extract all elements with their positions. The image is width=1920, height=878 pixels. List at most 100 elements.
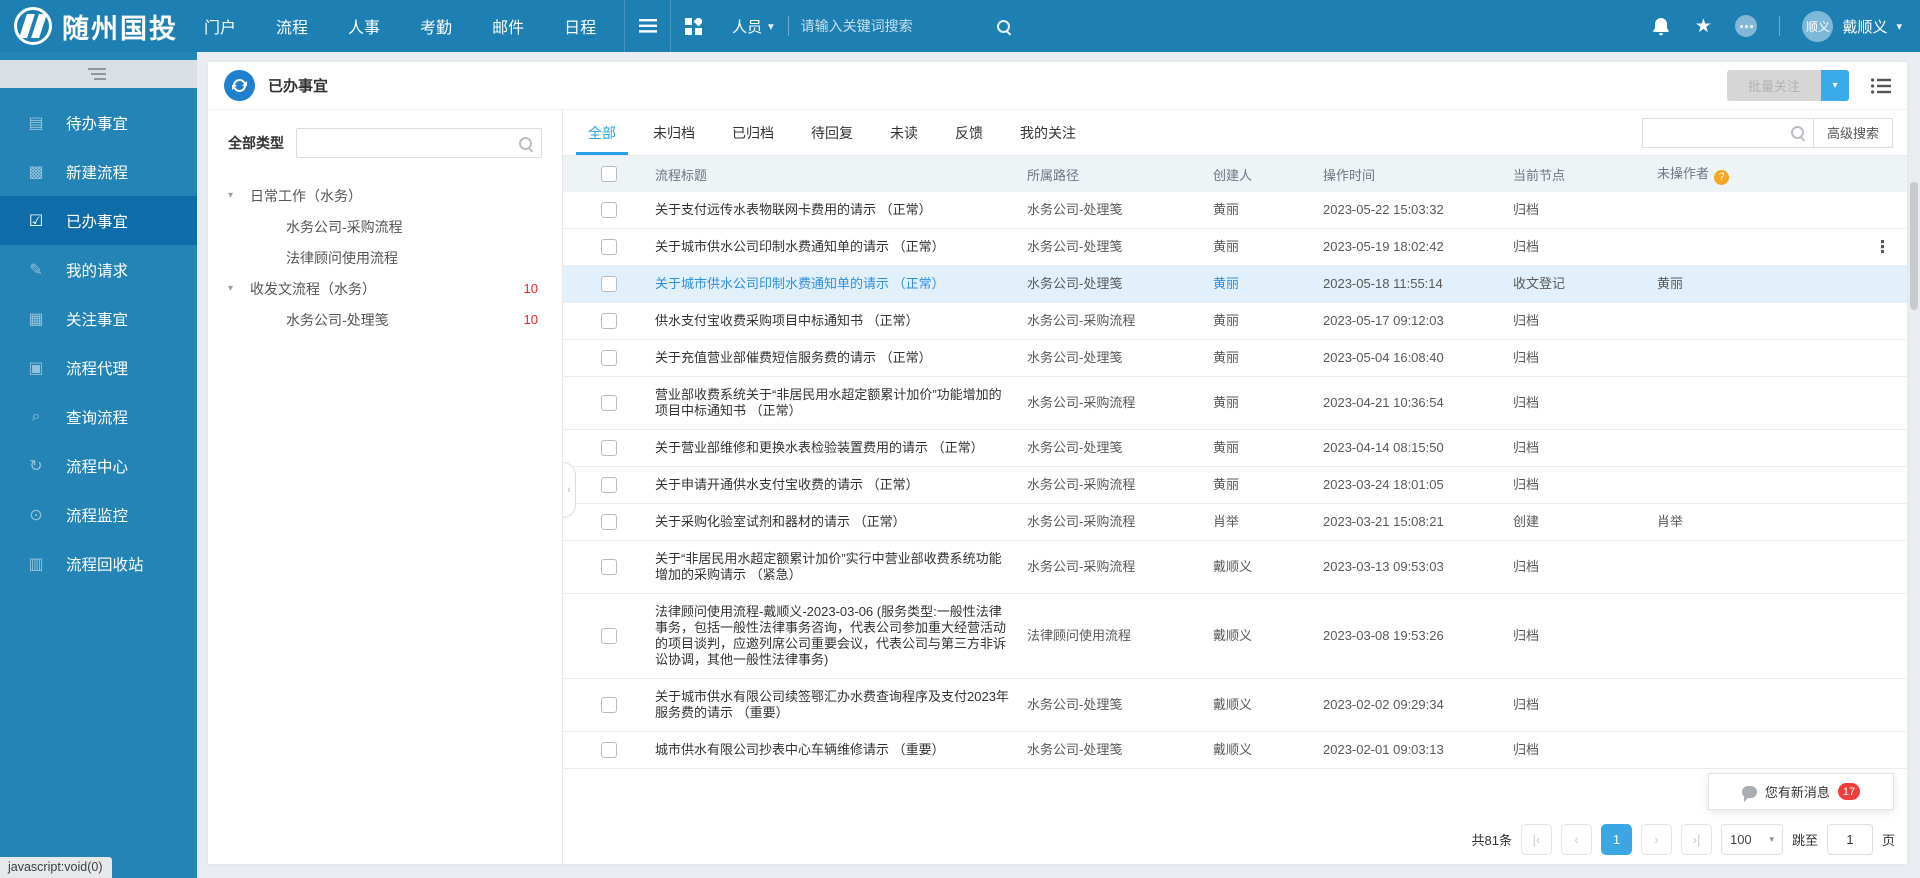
star-icon[interactable]: ★ [1693,16,1713,36]
table-row[interactable]: 供水支付宝收费采购项目中标通知书 （正常） 水务公司-采购流程 黄丽 2023-… [563,303,1907,340]
tree-node[interactable]: ▾ 日常工作（水务） [228,180,542,211]
list-search-icon[interactable] [1790,125,1805,140]
table-row[interactable]: 关于采购化验室试剂和器材的请示 （正常） 水务公司-采购流程 肖举 2023-0… [563,504,1907,541]
table-row[interactable]: 关于“非居民用水超定额累计加价”实行中营业部收费系统功能增加的采购请示 （紧急）… [563,541,1907,594]
view-list-icon[interactable] [1871,78,1891,94]
topbar-search[interactable] [801,18,1011,34]
cell-flow-title[interactable]: 关于支付远传水表物联网卡费用的请示 （正常） [655,202,1027,218]
table-row[interactable]: 营业部收费系统关于“非居民用水超定额累计加价”功能增加的项目中标通知书 （正常）… [563,377,1907,430]
tree-search-input[interactable] [305,136,518,151]
table-row[interactable]: 城市供水有限公司抄表中心车辆维修请示 （重要） 水务公司-处理笺 戴顺义 202… [563,732,1907,769]
cell-flow-title[interactable]: 供水支付宝收费采购项目中标通知书 （正常） [655,313,1027,329]
row-checkbox[interactable] [601,628,617,644]
cell-flow-title[interactable]: 营业部收费系统关于“非居民用水超定额累计加价”功能增加的项目中标通知书 （正常） [655,387,1027,419]
row-checkbox[interactable] [601,313,617,329]
tab[interactable]: 已归档 [732,110,774,155]
cell-flow-title[interactable]: 关于“非居民用水超定额累计加价”实行中营业部收费系统功能增加的采购请示 （紧急） [655,551,1027,583]
tree-expand-icon[interactable]: ▾ [228,283,250,294]
top-nav-item[interactable]: 考勤 [420,14,452,38]
tab[interactable]: 反馈 [955,110,983,155]
table-row[interactable]: 关于充值营业部催费短信服务费的请示 （正常） 水务公司-处理笺 黄丽 2023-… [563,340,1907,377]
row-checkbox[interactable] [601,239,617,255]
tree-search-box[interactable] [296,128,542,158]
tree-expand-icon[interactable]: ▾ [228,190,250,201]
cell-flow-title[interactable]: 关于营业部维修和更换水表检验装置费用的请示 （正常） [655,440,1027,456]
table-row[interactable]: 关于城市供水公司印制水费通知单的请示 （正常） 水务公司-处理笺 黄丽 2023… [563,266,1907,303]
prev-page-button[interactable]: ‹ [1561,824,1592,855]
logo[interactable]: 随州国投 [14,7,178,46]
sidebar-item[interactable]: ✎ 我的请求 [0,245,197,294]
page-number-button[interactable]: 1 [1601,824,1632,855]
tree-node[interactable]: ▾ 收发文流程（水务） 10 [228,273,542,304]
sidebar-item[interactable]: ▤ 待办事宜 [0,98,197,147]
select-all-checkbox[interactable] [601,166,617,182]
last-page-button[interactable]: ›| [1681,824,1712,855]
top-nav-item[interactable]: 日程 [564,14,596,38]
row-menu-icon[interactable]: ⋮ [1874,239,1891,256]
sidebar-item[interactable]: ☑ 已办事宜 [0,196,197,245]
top-nav-item[interactable]: 门户 [204,14,236,38]
sidebar-item[interactable]: ⌕ 查询流程 [0,392,197,441]
top-nav-item[interactable]: 流程 [276,14,308,38]
row-checkbox[interactable] [601,514,617,530]
row-checkbox[interactable] [601,202,617,218]
page-size-select[interactable]: 100 ▾ [1721,824,1783,855]
batch-follow-button[interactable]: 批量关注 [1727,70,1821,101]
module-select[interactable]: 人员 ▾ [732,16,774,37]
row-checkbox[interactable] [601,440,617,456]
table-row[interactable]: 关于营业部维修和更换水表检验装置费用的请示 （正常） 水务公司-处理笺 黄丽 2… [563,430,1907,467]
tree-node[interactable]: ▾ 法律顾问使用流程 [228,242,542,273]
next-page-button[interactable]: › [1641,824,1672,855]
cell-flow-title[interactable]: 关于申请开通供水支付宝收费的请示 （正常） [655,477,1027,493]
row-checkbox[interactable] [601,395,617,411]
cell-flow-title[interactable]: 关于采购化验室试剂和器材的请示 （正常） [655,514,1027,530]
sidebar-item[interactable]: ↻ 流程中心 [0,441,197,490]
tree-search-icon[interactable] [518,136,533,151]
tab[interactable]: 全部 [588,110,616,155]
sidebar-item[interactable]: ▩ 新建流程 [0,147,197,196]
cell-flow-title[interactable]: 关于城市供水公司印制水费通知单的请示 （正常） [655,276,1027,292]
table-row[interactable]: 法律顾问使用流程-戴顺义-2023-03-06 (服务类型:一般性法律事务，包括… [563,594,1907,679]
list-search-input[interactable] [1651,125,1790,140]
tree-node[interactable]: ▾ 水务公司-采购流程 [228,211,542,242]
sidebar-item[interactable]: ▥ 流程回收站 [0,539,197,588]
hamburger-menu-icon[interactable] [624,0,670,52]
global-search-input[interactable] [801,18,988,34]
list-search-box[interactable] [1642,118,1814,148]
row-checkbox[interactable] [601,742,617,758]
user-menu[interactable]: 顺义 戴顺义 ▾ [1802,11,1902,42]
cell-flow-title[interactable]: 关于充值营业部催费短信服务费的请示 （正常） [655,350,1027,366]
cell-flow-title[interactable]: 关于城市供水有限公司续签鄂汇办水费查询程序及支付2023年服务费的请示 （重要） [655,689,1027,721]
apps-grid-icon[interactable] [670,0,716,52]
cell-flow-title[interactable]: 关于城市供水公司印制水费通知单的请示 （正常） [655,239,1027,255]
first-page-button[interactable]: |‹ [1521,824,1552,855]
sidebar-item[interactable]: ▣ 流程代理 [0,343,197,392]
jump-page-input[interactable] [1827,824,1873,855]
table-row[interactable]: 关于城市供水有限公司续签鄂汇办水费查询程序及支付2023年服务费的请示 （重要）… [563,679,1907,732]
advanced-search-button[interactable]: 高级搜索 [1814,118,1893,148]
row-checkbox[interactable] [601,350,617,366]
sidebar-item[interactable]: ⊙ 流程监控 [0,490,197,539]
more-options-icon[interactable] [1735,15,1757,37]
table-row[interactable]: 关于申请开通供水支付宝收费的请示 （正常） 水务公司-采购流程 黄丽 2023-… [563,467,1907,504]
row-checkbox[interactable] [601,697,617,713]
table-row[interactable]: 关于支付远传水表物联网卡费用的请示 （正常） 水务公司-处理笺 黄丽 2023-… [563,192,1907,229]
cell-flow-title[interactable]: 法律顾问使用流程-戴顺义-2023-03-06 (服务类型:一般性法律事务，包括… [655,604,1027,668]
row-checkbox[interactable] [601,559,617,575]
search-icon[interactable] [996,19,1011,34]
tab[interactable]: 未读 [890,110,918,155]
tree-node[interactable]: ▾ 水务公司-处理笺 10 [228,304,542,335]
sidebar-collapse-button[interactable] [0,60,197,88]
top-nav-item[interactable]: 人事 [348,14,380,38]
new-message-toast[interactable]: 您有新消息 17 [1708,773,1894,810]
row-checkbox[interactable] [601,276,617,292]
tab[interactable]: 待回复 [811,110,853,155]
top-nav-item[interactable]: 邮件 [492,14,524,38]
batch-follow-dropdown-button[interactable]: ▾ [1821,70,1849,101]
sidebar-item[interactable]: ▦ 关注事宜 [0,294,197,343]
row-checkbox[interactable] [601,477,617,493]
vertical-scrollbar-thumb[interactable] [1910,182,1918,310]
bell-icon[interactable] [1651,16,1671,36]
table-row[interactable]: 关于城市供水公司印制水费通知单的请示 （正常） 水务公司-处理笺 黄丽 2023… [563,229,1907,266]
tab[interactable]: 未归档 [653,110,695,155]
